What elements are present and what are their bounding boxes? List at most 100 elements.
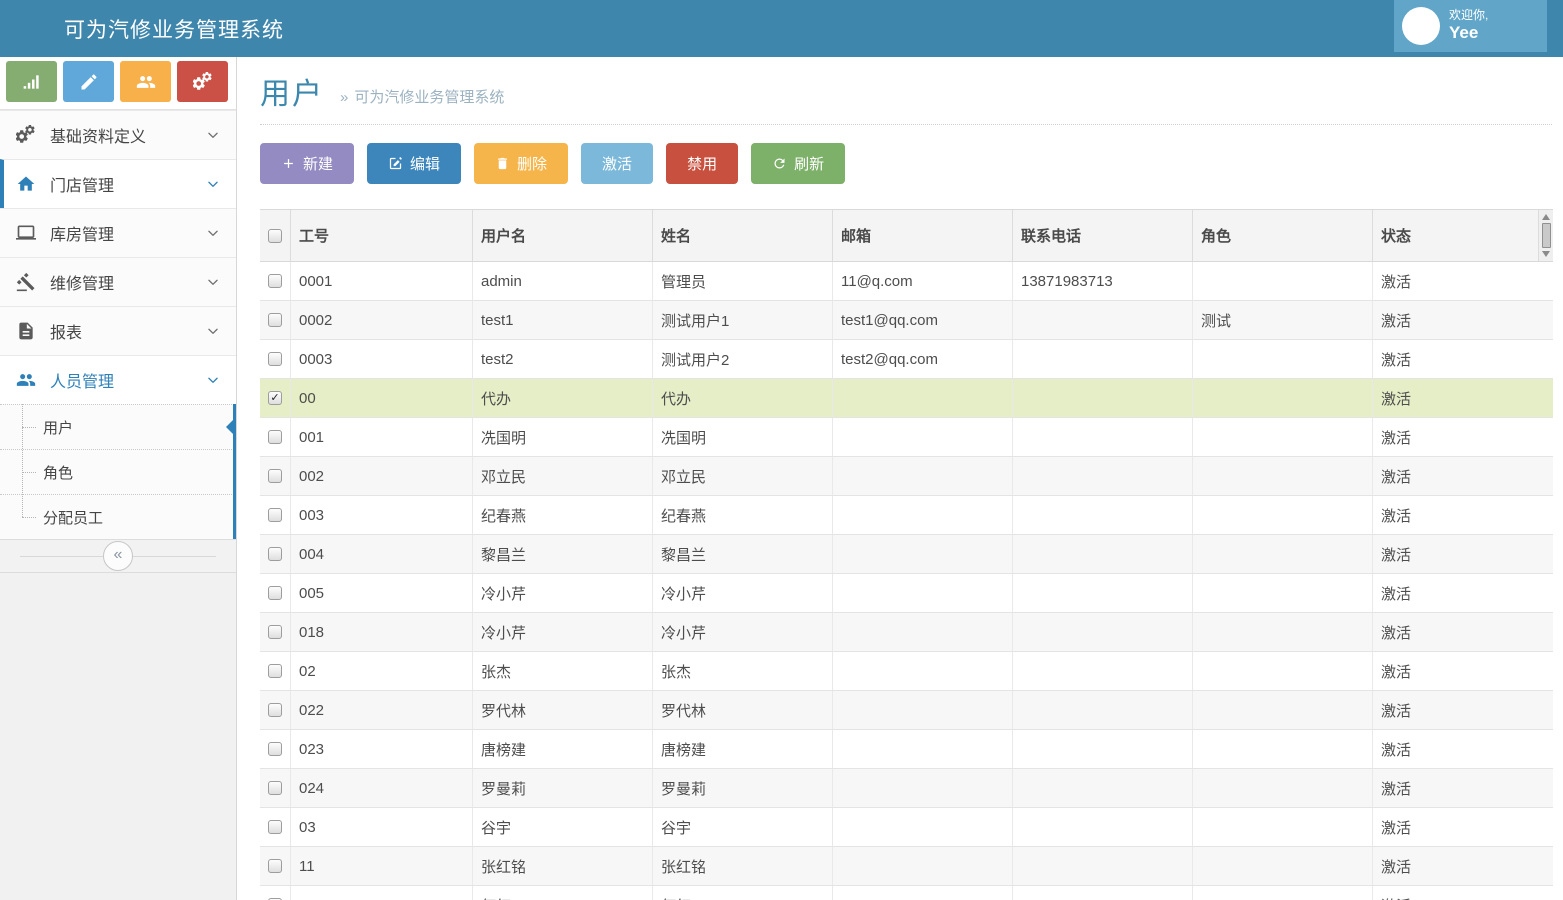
col-header-empno[interactable]: 工号	[290, 210, 472, 261]
cell-phone: 13871983713	[1012, 262, 1192, 300]
row-checkbox[interactable]	[268, 352, 282, 366]
edit-button[interactable]: 编辑	[367, 143, 461, 184]
pencil-icon	[79, 72, 99, 92]
table-row[interactable]: 022罗代林罗代林激活	[260, 691, 1553, 730]
cell-empno: 03	[290, 808, 472, 846]
scroll-down-icon[interactable]	[1542, 251, 1550, 257]
row-checkbox[interactable]	[268, 547, 282, 561]
row-checkbox[interactable]	[268, 430, 282, 444]
row-checkbox[interactable]	[268, 313, 282, 327]
row-checkbox[interactable]	[268, 274, 282, 288]
quick-settings-button[interactable]	[177, 61, 228, 102]
cell-email: test1@qq.com	[832, 301, 1012, 339]
col-header-username[interactable]: 用户名	[472, 210, 652, 261]
row-checkbox[interactable]	[268, 742, 282, 756]
col-header-role[interactable]: 角色	[1192, 210, 1372, 261]
welcome-text: 欢迎你,	[1449, 9, 1523, 23]
cell-status: 激活	[1372, 457, 1553, 495]
table-row[interactable]: 005冷小芹冷小芹激活	[260, 574, 1553, 613]
cell-username: test2	[472, 340, 652, 378]
sidebar-item-warehouse-management[interactable]: 库房管理	[0, 208, 236, 257]
table-row[interactable]: 001冼国明冼国明激活	[260, 418, 1553, 457]
edit-square-icon	[388, 156, 403, 171]
username-text: Yee	[1449, 23, 1523, 43]
users-table: 工号用户名姓名邮箱联系电话角色状态0001admin管理员11@q.com138…	[260, 209, 1553, 900]
table-row[interactable]: 003纪春燕纪春燕激活	[260, 496, 1553, 535]
cell-username: 黎昌兰	[472, 535, 652, 573]
scroll-up-icon[interactable]	[1542, 214, 1550, 220]
row-checkbox[interactable]	[268, 391, 282, 405]
row-checkbox[interactable]	[268, 625, 282, 639]
cell-status: 激活	[1372, 418, 1553, 456]
cell-empno: 0003	[290, 340, 472, 378]
row-checkbox[interactable]	[268, 703, 282, 717]
table-row[interactable]: 002邓立民邓立民激活	[260, 457, 1553, 496]
cell-phone	[1012, 652, 1192, 690]
button-label: 编辑	[410, 153, 440, 174]
table-row[interactable]: 03谷宇谷宇激活	[260, 808, 1553, 847]
activate-button[interactable]: 激活	[581, 143, 653, 184]
cell-role	[1192, 808, 1372, 846]
cell-phone	[1012, 535, 1192, 573]
row-checkbox[interactable]	[268, 781, 282, 795]
sidebar-subitem-users[interactable]: 用户	[0, 404, 236, 449]
create-button[interactable]: 新建	[260, 143, 354, 184]
row-checkbox[interactable]	[268, 586, 282, 600]
row-checkbox[interactable]	[268, 664, 282, 678]
col-header-email[interactable]: 邮箱	[832, 210, 1012, 261]
col-header-status[interactable]: 状态	[1372, 210, 1538, 261]
table-row[interactable]: 0003test2测试用户2test2@qq.com激活	[260, 340, 1553, 379]
cell-status: 激活	[1372, 847, 1553, 885]
select-all-checkbox[interactable]	[268, 229, 282, 243]
collapse-sidebar-button[interactable]: «	[103, 541, 133, 571]
quick-users-button[interactable]	[120, 61, 171, 102]
sidebar-subitem-assign-staff[interactable]: 分配员工	[0, 494, 236, 539]
cell-role	[1192, 574, 1372, 612]
sidebar-item-basic-data[interactable]: 基础资料定义	[0, 110, 236, 159]
cell-name: 代办	[652, 379, 832, 417]
caret-down-icon[interactable]	[1523, 18, 1539, 34]
sidebar-item-reports[interactable]: 报表	[0, 306, 236, 355]
cell-role	[1192, 652, 1372, 690]
col-header-name[interactable]: 姓名	[652, 210, 832, 261]
disable-button[interactable]: 禁用	[666, 143, 738, 184]
table-row[interactable]: 11张红铭张红铭激活	[260, 847, 1553, 886]
sidebar-item-label: 维修管理	[50, 270, 206, 294]
table-row[interactable]: 018冷小芹冷小芹激活	[260, 613, 1553, 652]
cell-status: 激活	[1372, 496, 1553, 534]
row-checkbox[interactable]	[268, 820, 282, 834]
cell-empno: 0002	[290, 301, 472, 339]
select-all-cell	[260, 210, 290, 261]
table-row[interactable]: 02张杰张杰激活	[260, 652, 1553, 691]
sidebar-subitem-roles[interactable]: 角色	[0, 449, 236, 494]
row-checkbox-cell	[260, 886, 290, 900]
row-checkbox[interactable]	[268, 469, 282, 483]
table-row[interactable]: 004黎昌兰黎昌兰激活	[260, 535, 1553, 574]
row-checkbox[interactable]	[268, 508, 282, 522]
row-checkbox-cell	[260, 574, 290, 612]
gears-icon	[16, 125, 36, 145]
col-header-phone[interactable]: 联系电话	[1012, 210, 1192, 261]
row-checkbox[interactable]	[268, 859, 282, 873]
table-row[interactable]: 0002test1测试用户1test1@qq.com测试激活	[260, 301, 1553, 340]
table-row[interactable]: 00代办代办激活	[260, 379, 1553, 418]
table-row[interactable]: 0001admin管理员11@q.com13871983713激活	[260, 262, 1553, 301]
refresh-button[interactable]: 刷新	[751, 143, 845, 184]
cell-empno: 12	[290, 886, 472, 900]
sidebar-item-store-management[interactable]: 门店管理	[0, 159, 236, 208]
quick-edit-button[interactable]	[63, 61, 114, 102]
scrollbar-thumb[interactable]	[1542, 223, 1551, 248]
cell-role	[1192, 730, 1372, 768]
quick-stats-button[interactable]	[6, 61, 57, 102]
cell-name: 张红铭	[652, 847, 832, 885]
cell-empno: 004	[290, 535, 472, 573]
cell-username: test1	[472, 301, 652, 339]
table-row[interactable]: 024罗曼莉罗曼莉激活	[260, 769, 1553, 808]
cell-empno: 00	[290, 379, 472, 417]
table-row[interactable]: 023唐榜建唐榜建激活	[260, 730, 1553, 769]
table-row[interactable]: 12何红何红激活	[260, 886, 1553, 900]
delete-button[interactable]: 删除	[474, 143, 568, 184]
user-menu[interactable]: 欢迎你, Yee	[1394, 0, 1547, 52]
sidebar-item-repair-management[interactable]: 维修管理	[0, 257, 236, 306]
sidebar-item-staff-management[interactable]: 人员管理	[0, 355, 236, 404]
